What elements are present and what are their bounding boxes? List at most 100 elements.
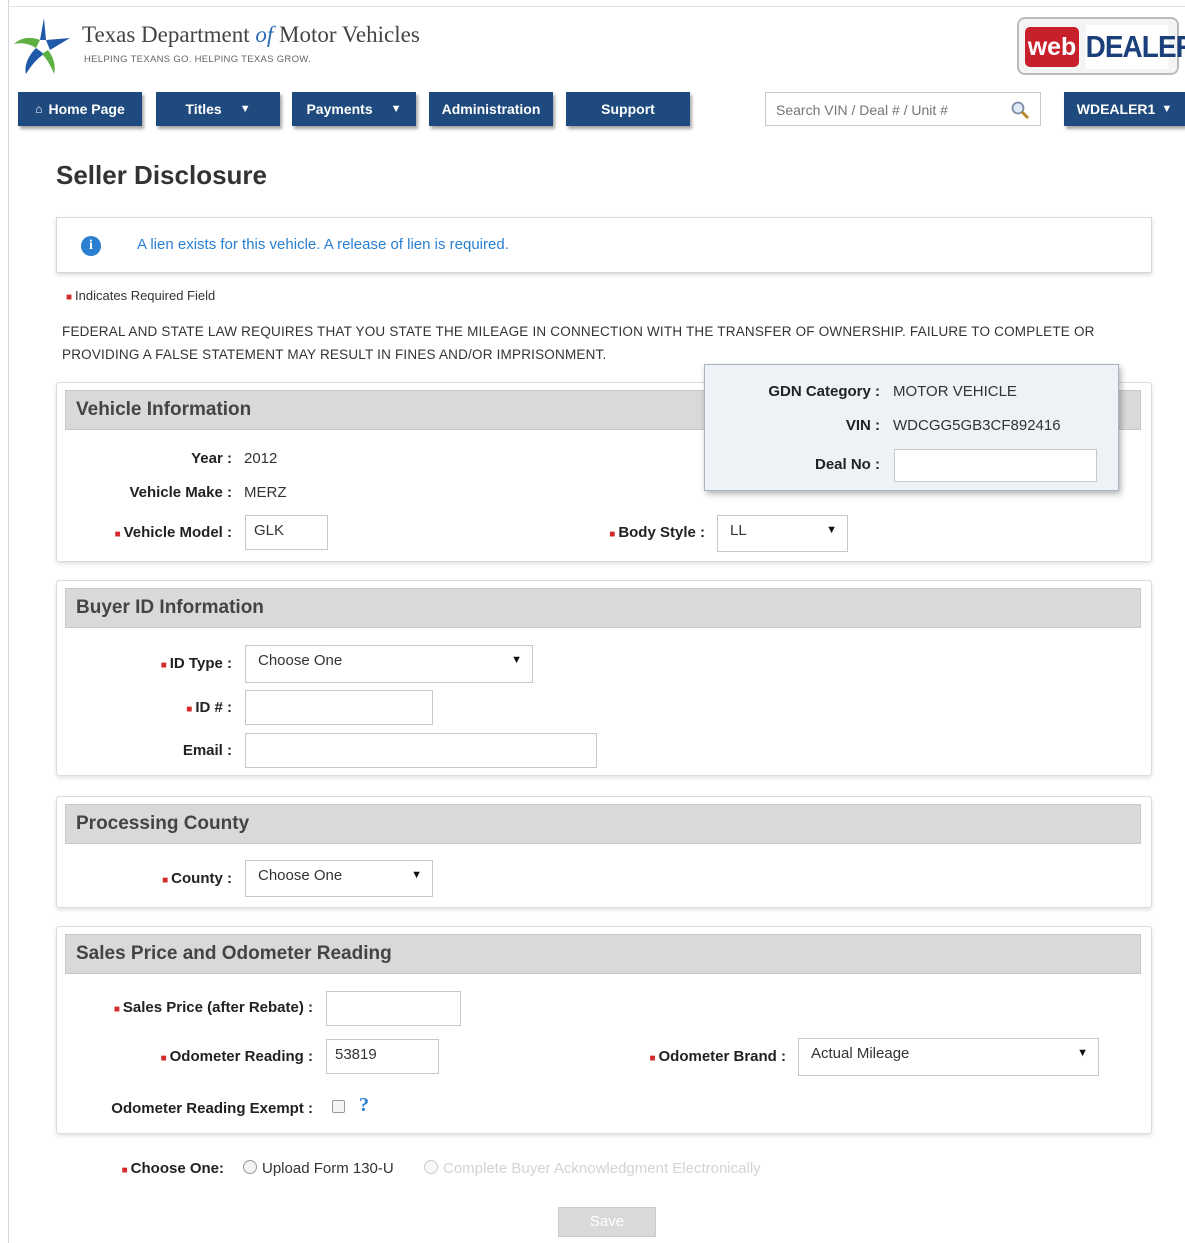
body-style-select[interactable]: LL ▼ <box>717 515 848 552</box>
help-question-icon[interactable]: ? <box>359 1094 369 1117</box>
page-frame-left <box>8 0 9 1243</box>
legal-notice: FEDERAL AND STATE LAW REQUIRES THAT YOU … <box>62 324 1095 362</box>
home-icon: ⌂ <box>35 102 43 116</box>
txdmv-star-logo-icon <box>14 18 70 74</box>
sales-price-label: ■ Sales Price (after Rebate) : <box>60 999 313 1016</box>
complete-electronically-radio[interactable] <box>424 1160 438 1174</box>
required-note-text: Indicates Required Field <box>75 288 216 303</box>
id-type-label: ■ ID Type : <box>90 655 232 672</box>
nav-home-label: Home Page <box>48 101 125 117</box>
required-star-icon: ■ <box>160 1053 167 1064</box>
required-star-icon: ■ <box>649 1053 656 1064</box>
gdn-category-value: MOTOR VEHICLE <box>893 383 1017 400</box>
vehicle-model-label-text: Vehicle Model : <box>123 524 232 541</box>
required-star-icon: ■ <box>66 292 73 303</box>
odometer-brand-select[interactable]: Actual Mileage ▼ <box>798 1038 1099 1076</box>
user-menu-label: WDEALER1 <box>1076 101 1156 117</box>
complete-electronically-label: Complete Buyer Acknowledgment Electronic… <box>443 1160 761 1177</box>
required-field-note: ■ Indicates Required Field <box>66 288 215 303</box>
nav-titles-label: Titles <box>185 101 222 117</box>
vehicle-model-input[interactable]: GLK <box>245 515 328 550</box>
chevron-down-icon: ▼ <box>826 524 837 536</box>
year-value: 2012 <box>244 450 278 467</box>
section-heading: Buyer ID Information <box>65 588 1141 628</box>
email-label: Email : <box>182 742 232 759</box>
year-label: Year : <box>191 450 232 467</box>
chevron-down-icon: ▼ <box>411 869 422 881</box>
county-label: ■ County : <box>90 870 232 887</box>
section-heading: Processing County <box>65 804 1141 844</box>
search-icon[interactable] <box>1010 100 1030 120</box>
logo-web-text: web <box>1025 27 1079 67</box>
upload-form-label: Upload Form 130-U <box>262 1160 394 1177</box>
gdn-category-label: GDN Category : <box>768 383 880 400</box>
nav-administration-label: Administration <box>441 101 541 117</box>
page-title: Seller Disclosure <box>56 160 267 190</box>
nav-support-label: Support <box>601 101 655 117</box>
odometer-brand-label-text: Odometer Brand : <box>658 1048 786 1065</box>
odometer-brand-value: Actual Mileage <box>811 1045 910 1062</box>
id-number-input[interactable] <box>245 690 433 725</box>
brand-title: Texas Department of Motor Vehicles <box>82 22 420 47</box>
id-type-label-text: ID Type : <box>169 655 232 672</box>
email-input[interactable] <box>245 733 597 768</box>
county-label-text: County : <box>171 870 232 887</box>
upload-form-radio[interactable] <box>243 1160 257 1174</box>
page-frame-top <box>8 6 1185 7</box>
brand-tagline: HELPING TEXANS GO. HELPING TEXAS GROW. <box>84 54 311 65</box>
info-alert: i A lien exists for this vehicle. A rele… <box>56 217 1152 273</box>
county-select[interactable]: Choose One ▼ <box>245 860 433 897</box>
body-style-label: ■ Body Style : <box>560 524 705 541</box>
county-value: Choose One <box>258 867 343 884</box>
deal-no-label: Deal No : <box>814 456 880 473</box>
required-star-icon: ■ <box>162 875 169 886</box>
odometer-exempt-label: Odometer Reading Exempt : <box>111 1100 313 1117</box>
vehicle-model-label: ■ Vehicle Model : <box>60 524 232 541</box>
vehicle-make-label: Vehicle Make : <box>129 484 232 501</box>
required-star-icon: ■ <box>609 529 616 540</box>
nav-administration-button[interactable]: Administration <box>429 92 553 126</box>
processing-county-section: Processing County <box>56 796 1152 908</box>
nav-support-button[interactable]: Support <box>566 92 690 126</box>
search-box <box>765 92 1041 126</box>
sales-price-input[interactable] <box>326 991 461 1026</box>
logo-dealer-text: DEALER <box>1085 25 1185 69</box>
sales-price-label-text: Sales Price (after Rebate) : <box>122 999 313 1016</box>
nav-payments-button[interactable]: Payments ▼ <box>292 92 416 126</box>
required-star-icon: ■ <box>113 1004 120 1015</box>
odometer-exempt-checkbox[interactable] <box>332 1100 345 1113</box>
odometer-brand-label: ■ Odometer Brand : <box>600 1048 786 1065</box>
chevron-down-icon: ▼ <box>390 103 402 115</box>
vin-value: WDCGG5GB3CF892416 <box>893 417 1061 434</box>
required-star-icon: ■ <box>186 704 193 715</box>
id-type-value: Choose One <box>258 652 343 669</box>
chevron-down-icon: ▼ <box>239 103 251 115</box>
nav-titles-button[interactable]: Titles ▼ <box>156 92 280 126</box>
vin-label: VIN : <box>845 417 880 434</box>
odometer-reading-label-text: Odometer Reading : <box>169 1048 313 1065</box>
nav-payments-label: Payments <box>306 101 373 117</box>
body-style-value: LL <box>730 522 747 539</box>
chevron-down-icon: ▼ <box>1161 103 1173 115</box>
vehicle-summary-popover: GDN Category : MOTOR VEHICLE VIN : WDCGG… <box>704 364 1119 491</box>
choose-one-label-text: Choose One: <box>130 1160 224 1177</box>
id-number-label-text: ID # : <box>195 699 232 716</box>
user-menu-button[interactable]: WDEALER1 ▼ <box>1064 92 1185 126</box>
section-heading: Sales Price and Odometer Reading <box>65 934 1141 974</box>
choose-one-label: ■ Choose One: <box>100 1160 224 1177</box>
nav-home-button[interactable]: ⌂ Home Page <box>18 92 142 126</box>
webdealer-logo: web DEALER <box>1017 17 1185 75</box>
required-star-icon: ■ <box>114 529 121 540</box>
chevron-down-icon: ▼ <box>511 654 522 666</box>
required-star-icon: ■ <box>160 660 167 671</box>
vehicle-make-value: MERZ <box>244 484 287 501</box>
deal-no-input[interactable] <box>894 449 1097 482</box>
id-type-select[interactable]: Choose One ▼ <box>245 645 533 683</box>
odometer-reading-input[interactable]: 53819 <box>326 1039 439 1074</box>
odometer-reading-label: ■ Odometer Reading : <box>110 1048 313 1065</box>
body-style-label-text: Body Style : <box>618 524 705 541</box>
info-icon: i <box>81 236 101 256</box>
save-button[interactable]: Save <box>558 1207 656 1237</box>
search-input[interactable] <box>774 99 1008 121</box>
info-message: A lien exists for this vehicle. A releas… <box>137 236 509 253</box>
